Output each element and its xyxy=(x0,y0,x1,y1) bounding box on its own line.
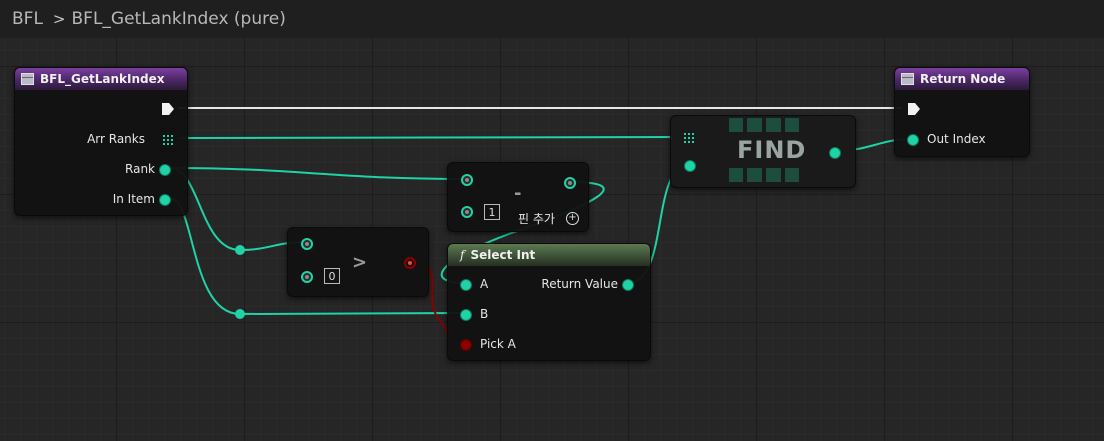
subtract-out-pin[interactable] xyxy=(564,177,576,189)
pin-label-arr-ranks: Arr Ranks xyxy=(87,132,145,146)
exec-arrow-icon[interactable] xyxy=(907,102,921,116)
greater-node[interactable]: > 0 xyxy=(287,227,429,297)
subtract-node[interactable]: - 1 핀 추가 + xyxy=(447,162,589,232)
reroute-node xyxy=(235,309,245,319)
pin-label-out-index: Out Index xyxy=(927,132,986,146)
node-title: BFL_GetLankIndex xyxy=(40,72,165,86)
find-node[interactable]: FIND xyxy=(670,115,856,188)
node-header: Return Node xyxy=(895,68,1029,90)
subtract-b-pin[interactable] xyxy=(461,206,473,218)
reroute-to-b-wire xyxy=(239,312,467,315)
greater-out-pin[interactable] xyxy=(404,257,416,269)
subtract-a-pin[interactable] xyxy=(461,174,473,186)
greater-a-pin[interactable] xyxy=(301,238,313,250)
add-circle-icon[interactable]: + xyxy=(566,212,579,225)
exec-arrow-icon[interactable] xyxy=(161,102,175,116)
reroute-node xyxy=(235,245,245,255)
pin-label-a: A xyxy=(480,277,489,291)
subtract-literal-input[interactable]: 1 xyxy=(484,204,500,220)
node-title: Return Node xyxy=(920,72,1006,86)
pin-label-b: B xyxy=(480,307,489,321)
rank-to-subtract-wire xyxy=(169,167,467,180)
function-icon xyxy=(21,73,34,85)
pin-label-rank: Rank xyxy=(125,162,155,176)
out-index-pin[interactable] xyxy=(907,134,919,146)
node-title: Select Int xyxy=(470,248,536,262)
arr-ranks-wire xyxy=(179,136,681,139)
select-pick-a-pin[interactable] xyxy=(460,339,472,351)
greater-literal-input[interactable]: 0 xyxy=(324,268,340,284)
select-b-pin[interactable] xyxy=(460,309,472,321)
greater-symbol: > xyxy=(352,252,368,273)
select-int-node[interactable]: f Select Int A Return Value B Pick A xyxy=(447,243,651,361)
rank-pin[interactable] xyxy=(159,164,171,176)
return-node[interactable]: Return Node Out Index xyxy=(894,67,1030,157)
pin-label-return-value: Return Value xyxy=(541,277,618,291)
array-grid-icon[interactable] xyxy=(163,135,173,145)
in-item-pin[interactable] xyxy=(159,194,171,206)
function-icon: f xyxy=(460,248,465,262)
find-out-pin[interactable] xyxy=(829,147,841,159)
pin-label-in-item: In Item xyxy=(112,192,155,206)
find-item-pin[interactable] xyxy=(684,160,696,172)
array-grid-icon[interactable] xyxy=(684,133,694,143)
function-entry-node[interactable]: BFL_GetLankIndex Arr Ranks Rank In Item xyxy=(14,67,188,216)
select-return-pin[interactable] xyxy=(622,279,634,291)
add-pin-label[interactable]: 핀 추가 xyxy=(518,210,555,227)
select-a-pin[interactable] xyxy=(460,279,472,291)
node-header: f Select Int xyxy=(448,244,650,266)
function-icon xyxy=(901,73,914,85)
pin-label-pick-a: Pick A xyxy=(480,337,516,351)
greater-b-pin[interactable] xyxy=(301,271,313,283)
subtract-symbol: - xyxy=(514,183,522,204)
node-header: BFL_GetLankIndex xyxy=(15,68,187,90)
find-title: FIND xyxy=(737,136,807,164)
